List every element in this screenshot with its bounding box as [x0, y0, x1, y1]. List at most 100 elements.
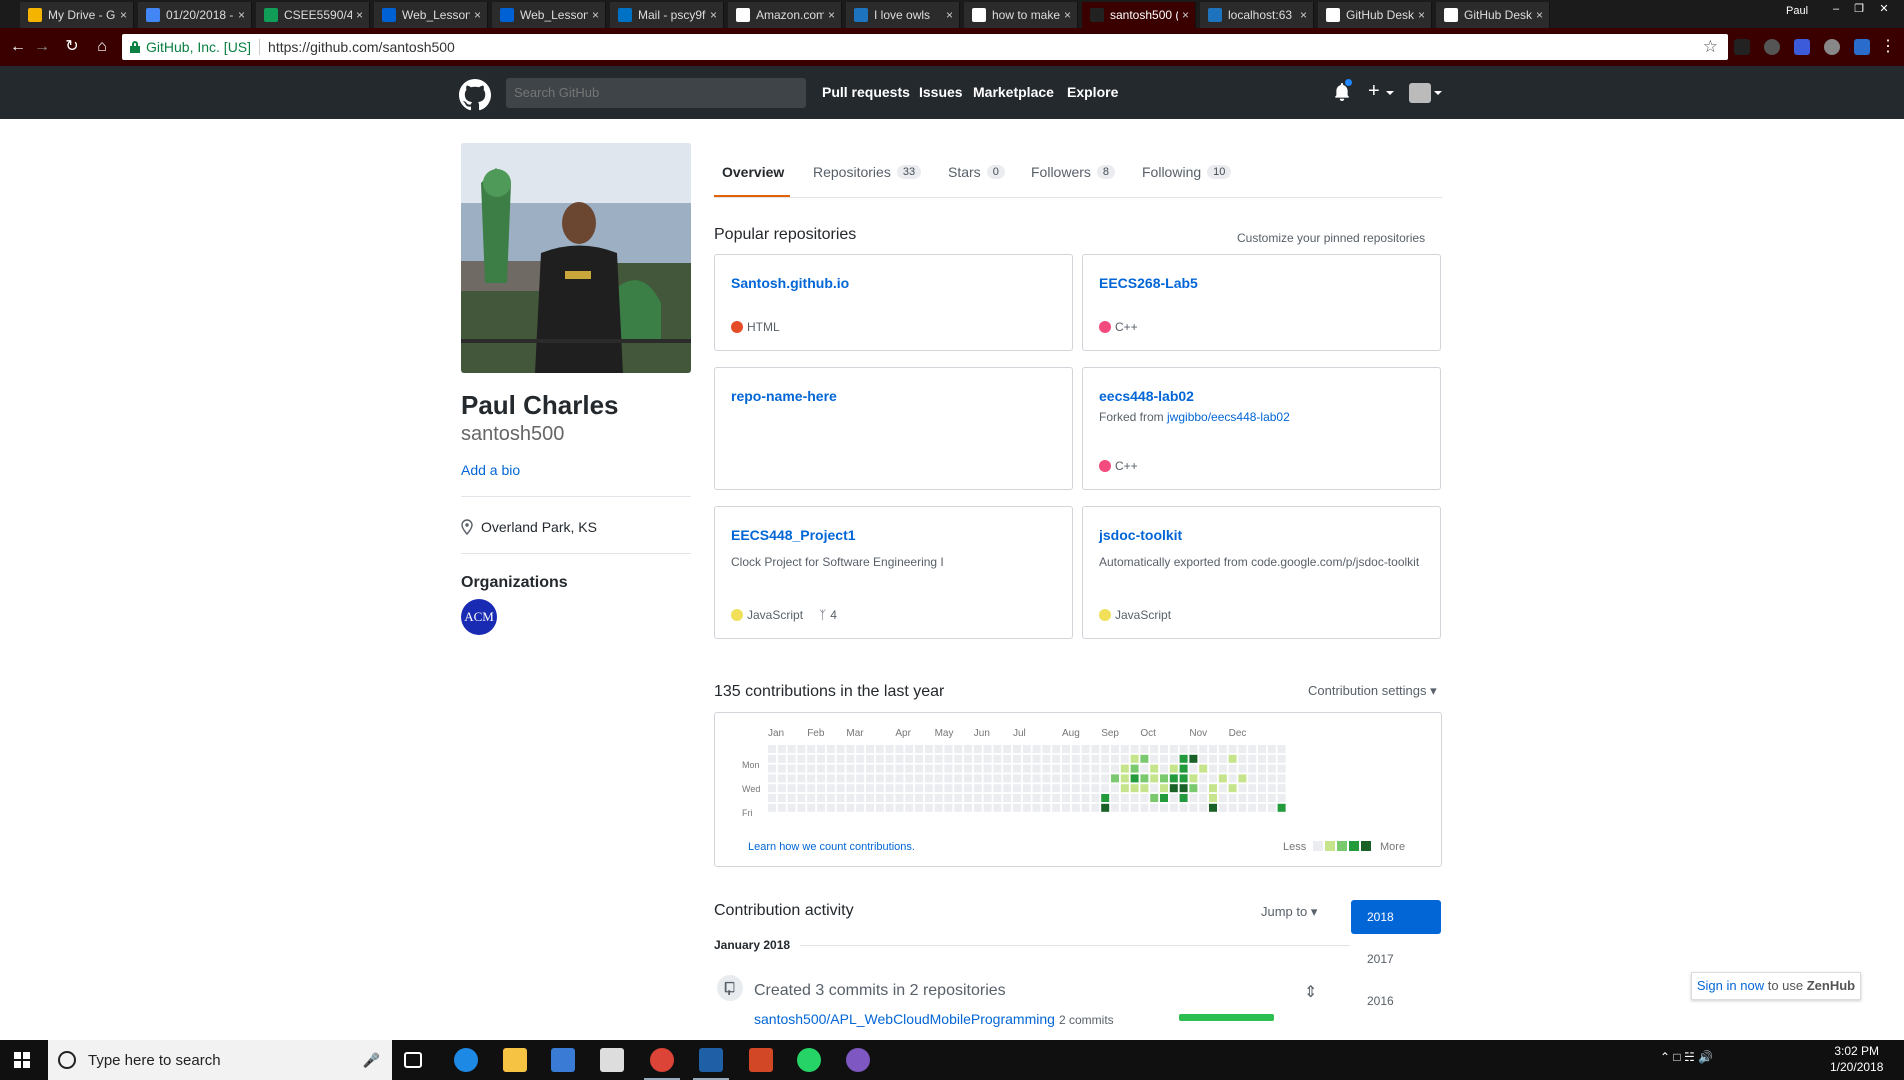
- contribution-day-cell[interactable]: [875, 774, 884, 783]
- contribution-day-cell[interactable]: [934, 774, 943, 783]
- contribution-day-cell[interactable]: [807, 745, 816, 753]
- contribution-day-cell[interactable]: [1140, 784, 1149, 793]
- contribution-day-cell[interactable]: [1218, 803, 1227, 812]
- contribution-day-cell[interactable]: [777, 774, 786, 783]
- contribution-day-cell[interactable]: [1277, 803, 1286, 812]
- contribution-day-cell[interactable]: [797, 764, 806, 773]
- contribution-day-cell[interactable]: [1120, 784, 1129, 793]
- browser-tab[interactable]: My Drive - G ×: [20, 2, 134, 28]
- tab-followers[interactable]: Followers 8: [1031, 163, 1116, 181]
- contribution-day-cell[interactable]: [1218, 774, 1227, 783]
- contribution-day-cell[interactable]: [1081, 745, 1090, 753]
- contribution-day-cell[interactable]: [915, 794, 923, 802]
- contribution-day-cell[interactable]: [768, 784, 776, 793]
- contribution-day-cell[interactable]: [836, 784, 845, 793]
- contribution-day-cell[interactable]: [1062, 745, 1070, 753]
- contribution-day-cell[interactable]: [1032, 803, 1041, 812]
- contribution-day-cell[interactable]: [1160, 745, 1168, 753]
- contribution-day-cell[interactable]: [964, 784, 972, 793]
- contribution-day-cell[interactable]: [1150, 754, 1159, 763]
- extension-icon[interactable]: [1854, 39, 1870, 55]
- contribution-day-cell[interactable]: [1248, 774, 1257, 783]
- contribution-day-cell[interactable]: [1130, 803, 1139, 812]
- contribution-day-cell[interactable]: [856, 784, 865, 793]
- contribution-day-cell[interactable]: [768, 803, 776, 812]
- contribution-day-cell[interactable]: [1150, 784, 1159, 793]
- contribution-day-cell[interactable]: [1130, 784, 1139, 793]
- contribution-day-cell[interactable]: [1267, 794, 1276, 802]
- contribution-day-cell[interactable]: [1052, 754, 1061, 763]
- contribution-day-cell[interactable]: [993, 764, 1002, 773]
- contribution-day-cell[interactable]: [905, 764, 914, 773]
- contribution-day-cell[interactable]: [797, 803, 806, 812]
- contribution-day-cell[interactable]: [797, 794, 806, 802]
- contribution-day-cell[interactable]: [875, 794, 884, 802]
- contribution-day-cell[interactable]: [1052, 774, 1061, 783]
- windows-start-icon[interactable]: [14, 1052, 30, 1068]
- contribution-day-cell[interactable]: [768, 754, 776, 763]
- file-explorer-icon[interactable]: [503, 1048, 527, 1072]
- contribution-day-cell[interactable]: [1160, 764, 1168, 773]
- contribution-day-cell[interactable]: [1267, 803, 1276, 812]
- contribution-day-cell[interactable]: [895, 784, 904, 793]
- contribution-day-cell[interactable]: [1081, 774, 1090, 783]
- contribution-day-cell[interactable]: [993, 803, 1002, 812]
- contribution-day-cell[interactable]: [1277, 764, 1286, 773]
- contribution-day-cell[interactable]: [1238, 784, 1247, 793]
- tab-close-icon[interactable]: ×: [356, 8, 363, 22]
- contribution-day-cell[interactable]: [797, 774, 806, 783]
- contribution-day-cell[interactable]: [1003, 774, 1012, 783]
- forked-from-link[interactable]: jwgibbo/eecs448-lab02: [1167, 410, 1290, 424]
- tab-close-icon[interactable]: ×: [946, 8, 953, 22]
- contribution-day-cell[interactable]: [1062, 754, 1070, 763]
- taskbar-clock[interactable]: 3:02 PM 1/20/2018: [1830, 1043, 1883, 1075]
- contribution-day-cell[interactable]: [885, 794, 894, 802]
- contribution-day-cell[interactable]: [817, 784, 825, 793]
- contribution-day-cell[interactable]: [1169, 784, 1178, 793]
- tab-close-icon[interactable]: ×: [1182, 8, 1189, 22]
- contribution-day-cell[interactable]: [1209, 745, 1217, 753]
- whatsapp-icon[interactable]: [797, 1048, 821, 1072]
- contribution-day-cell[interactable]: [1199, 803, 1208, 812]
- nav-pull-requests[interactable]: Pull requests: [822, 84, 910, 100]
- contribution-day-cell[interactable]: [836, 764, 845, 773]
- contribution-day-cell[interactable]: [1120, 774, 1129, 783]
- contribution-day-cell[interactable]: [1022, 794, 1031, 802]
- contribution-day-cell[interactable]: [1091, 784, 1100, 793]
- repo-name-link[interactable]: eecs448-lab02: [1099, 388, 1194, 404]
- contribution-day-cell[interactable]: [817, 774, 825, 783]
- year-filter-2016[interactable]: 2016: [1351, 984, 1441, 1018]
- contribution-day-cell[interactable]: [1091, 764, 1100, 773]
- contribution-day-cell[interactable]: [934, 784, 943, 793]
- contribution-day-cell[interactable]: [1199, 794, 1208, 802]
- organization-avatar-acm[interactable]: ACM: [461, 599, 497, 635]
- contribution-day-cell[interactable]: [1169, 745, 1178, 753]
- zenhub-signin-banner[interactable]: Sign in now to use ZenHub: [1691, 972, 1861, 1000]
- contribution-day-cell[interactable]: [1013, 794, 1021, 802]
- contribution-day-cell[interactable]: [885, 784, 894, 793]
- contribution-day-cell[interactable]: [1042, 745, 1051, 753]
- contribution-day-cell[interactable]: [954, 774, 963, 783]
- contribution-day-cell[interactable]: [954, 745, 963, 753]
- contribution-day-cell[interactable]: [1160, 754, 1168, 763]
- contribution-day-cell[interactable]: [856, 774, 865, 783]
- contribution-day-cell[interactable]: [1052, 764, 1061, 773]
- contribution-day-cell[interactable]: [1120, 803, 1129, 812]
- address-bar[interactable]: GitHub, Inc. [US] https://github.com/san…: [122, 34, 1728, 60]
- forward-icon[interactable]: →: [32, 37, 52, 57]
- contribution-day-cell[interactable]: [1179, 794, 1188, 802]
- contribution-day-cell[interactable]: [993, 774, 1002, 783]
- contribution-day-cell[interactable]: [944, 774, 953, 783]
- tab-close-icon[interactable]: ×: [238, 8, 245, 22]
- contribution-day-cell[interactable]: [1081, 754, 1090, 763]
- contribution-day-cell[interactable]: [1169, 803, 1178, 812]
- contribution-day-cell[interactable]: [1267, 764, 1276, 773]
- contribution-day-cell[interactable]: [934, 754, 943, 763]
- contribution-day-cell[interactable]: [787, 745, 796, 753]
- contribution-day-cell[interactable]: [1013, 754, 1021, 763]
- contribution-day-cell[interactable]: [856, 794, 865, 802]
- contribution-day-cell[interactable]: [1209, 764, 1217, 773]
- taskbar-search-box[interactable]: Type here to search 🎤: [48, 1040, 392, 1080]
- contribution-day-cell[interactable]: [885, 764, 894, 773]
- contribution-day-cell[interactable]: [1267, 745, 1276, 753]
